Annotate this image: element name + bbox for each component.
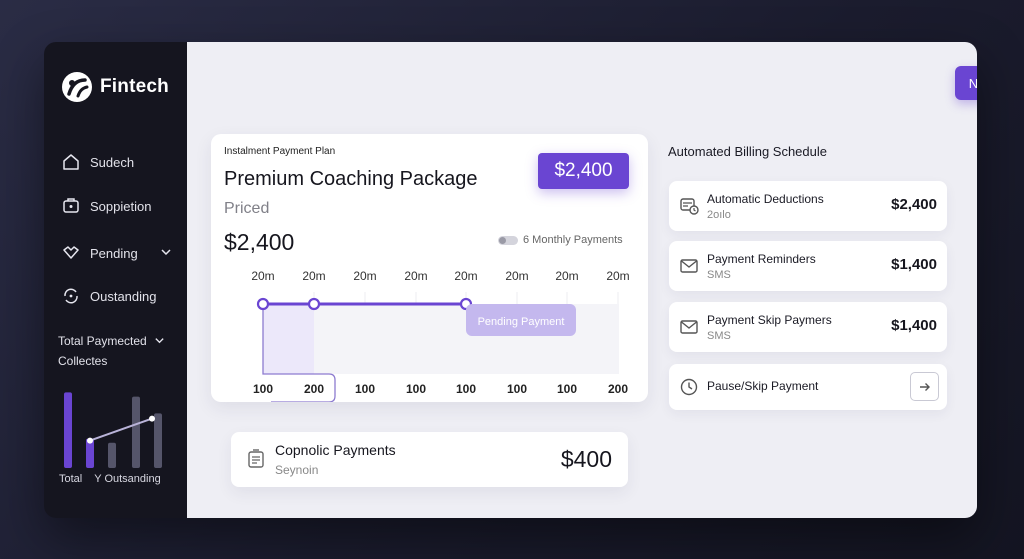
sidebar-item-label: Sudech [90,154,135,170]
coupon-payments-card[interactable]: Copnolic Payments Seynoin $400 [231,432,628,487]
coupon-subtitle: Seynoin [275,463,319,477]
timeline-top-label: 20m [302,269,325,283]
schedule-item-payment-skip[interactable]: Payment Skip Paymers SMS $1,400 [669,302,947,352]
brand[interactable]: Fintech [60,70,169,104]
main-content: New Payment Plan Instalment Payment Plan… [187,42,977,518]
legend-total: Total [59,473,83,485]
arrow-right-icon [919,382,930,391]
legend-outstanding-label: Outsanding [104,473,161,485]
coupon-amount: $400 [560,446,612,472]
timeline-bottom-label: 200 [304,382,324,396]
mini-chart-bar [132,396,140,468]
timeline-bottom-label: 100 [456,382,476,396]
mail-icon [680,320,698,334]
timeline-bottom-label: 100 [253,382,273,396]
timeline-bottom-label: 200 [608,382,628,396]
timeline-top-label: 20m [353,269,376,283]
schedule-item-title: Pause/Skip Payment [707,379,819,393]
brand-name: Fintech [100,76,169,97]
mini-chart-bar [108,442,116,468]
handshake-icon [63,246,79,259]
plan-card: Instalment Payment Plan Premium Coaching… [211,134,648,402]
schedule-item-subtitle: 2oılo [707,209,731,221]
schedule-title: Automated Billing Schedule [668,144,827,159]
sidebar-item-soppietion[interactable]: Soppietion [62,197,151,215]
coupon-title: Copnolic Payments [275,442,396,458]
pause-skip-arrow-button[interactable] [910,372,939,401]
app-window: Fintech Sudech Soppietion Pending Oustan… [44,42,977,518]
mini-chart-point [149,415,155,422]
schedule-item-title: Payment Reminders [707,252,816,266]
mail-icon [680,259,698,273]
autopay-icon [680,198,699,215]
timeline-top-label: 20m [505,269,528,283]
sidebar-item-label: Soppietion [90,198,152,214]
schedule-item-subtitle: SMS [707,269,731,281]
timeline-top-label: 20m [454,269,477,283]
mini-bar-chart [64,392,162,468]
collected-label: Collectes [58,354,108,368]
pending-payment-label: Pending Payment [478,316,565,328]
legend-separator: Y [94,473,102,485]
schedule-item-title: Payment Skip Paymers [707,313,832,327]
sidebar-item-label: Pending [90,245,138,261]
timeline-bottom-label: 100 [557,382,577,396]
timeline-top-label: 20m [404,269,427,283]
new-payment-plan-button[interactable]: New Payment Plan [955,66,977,100]
schedule-item-pause-skip[interactable]: Pause/Skip Payment [669,364,947,410]
total-collected-section[interactable]: Total Paymected Collectes [58,331,164,371]
mini-chart-point [87,437,93,444]
schedule-item-amount: $1,400 [891,256,937,273]
sidebar-item-oustanding[interactable]: Oustanding [62,287,157,305]
mini-chart-bar [154,413,162,468]
sidebar-item-label: Oustanding [90,288,157,304]
chevron-down-icon[interactable] [154,335,165,346]
total-label: Total Paymected [58,334,147,348]
schedule-item-subtitle: SMS [707,330,731,342]
schedule-item-amount: $2,400 [891,196,937,213]
legend-outstanding: Y Outsanding [94,473,160,485]
mini-chart-trend-line [89,417,153,442]
timeline-top-label: 20m [251,269,274,283]
clock-icon [680,378,698,396]
timeline-top-label: 20m [606,269,629,283]
sidebar-item-sudech[interactable]: Sudech [62,153,134,171]
schedule-item-title: Automatic Deductions [707,192,824,206]
mini-chart-legend: Total Y Outsanding [59,473,161,485]
refresh-icon [64,288,78,304]
payment-timeline: 20m 20m 20m 20m 20m 20m 20m 20m Pending … [251,269,630,402]
home-icon [63,154,79,170]
wallet-icon [63,198,79,213]
timeline-bottom-label: 100 [406,382,426,396]
timeline-bottom-label: 100 [355,382,375,396]
sidebar: Fintech Sudech Soppietion Pending Oustan… [44,42,187,518]
schedule-item-amount: $1,400 [891,317,937,334]
schedule-item-payment-reminders[interactable]: Payment Reminders SMS $1,400 [669,241,947,291]
timeline-bottom-label: 100 [507,382,527,396]
chevron-down-icon[interactable] [160,246,172,258]
document-icon [248,449,264,468]
timeline-top-label: 20m [555,269,578,283]
mini-chart-bar [64,392,72,468]
schedule-item-automatic-deductions[interactable]: Automatic Deductions 2oılo $2,400 [669,181,947,231]
sidebar-item-pending[interactable]: Pending [62,244,171,262]
fintech-logo-icon [62,72,92,102]
